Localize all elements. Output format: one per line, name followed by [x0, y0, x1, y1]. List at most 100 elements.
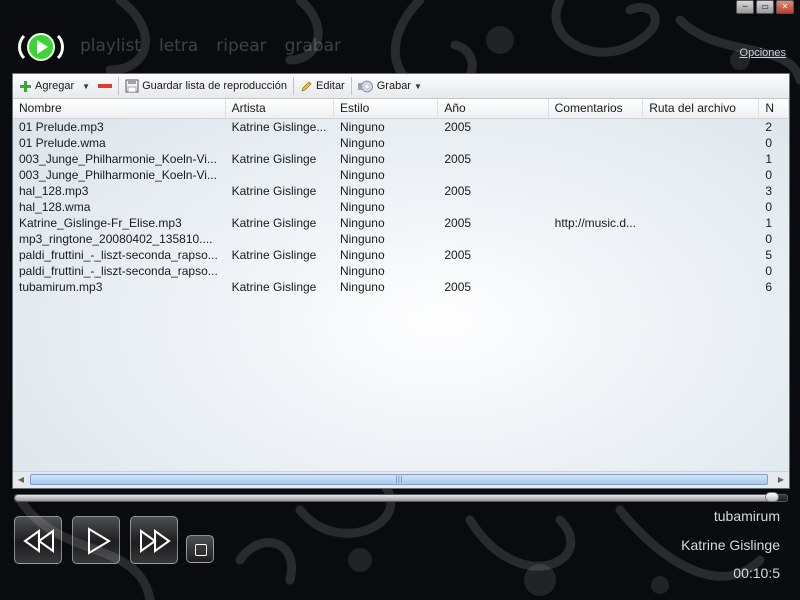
table-row[interactable]: mp3_ringtone_20080402_135810.... Ninguno…: [13, 231, 789, 247]
table-row[interactable]: paldi_fruttini_-_liszt-seconda_rapso... …: [13, 247, 789, 263]
next-icon: [140, 529, 171, 553]
previous-icon: [23, 529, 54, 553]
cell-nombre: hal_128.wma: [19, 200, 91, 214]
add-button[interactable]: Agregar: [15, 75, 78, 97]
cell-comentarios: [549, 231, 644, 247]
cell-artista: [226, 263, 334, 279]
minimize-button[interactable]: ─: [736, 0, 754, 14]
cell-nombre: mp3_ringtone_20080402_135810....: [19, 232, 213, 246]
cell-anio: [438, 263, 548, 279]
column-headers: Nombre Artista Estilo Año Comentarios Ru…: [13, 99, 789, 119]
cell-nombre: tubamirum.mp3: [19, 280, 103, 294]
table-row[interactable]: hal_128.mp3 Katrine Gislinge Ninguno 200…: [13, 183, 789, 199]
column-header-comentarios[interactable]: Comentarios: [549, 99, 644, 118]
column-header-estilo[interactable]: Estilo: [334, 99, 439, 118]
seek-bar-handle[interactable]: [764, 492, 779, 502]
table-row[interactable]: hal_128.wma Ninguno 0: [13, 199, 789, 215]
chevron-down-icon: ▼: [413, 81, 422, 91]
burn-button[interactable]: Grabar ▼: [354, 75, 426, 97]
playlist-toolbar: Agregar ▼ Guardar lista de reproducción …: [13, 74, 789, 99]
table-row[interactable]: 01 Prelude.mp3 Katrine Gislinge... Ningu…: [13, 119, 789, 135]
cell-ruta: [643, 199, 759, 215]
cell-n: 6: [765, 280, 773, 294]
column-header-ruta[interactable]: Ruta del archivo: [643, 99, 760, 118]
cell-estilo: Ninguno: [339, 264, 385, 278]
nav-ripear[interactable]: ripear: [216, 36, 266, 56]
cell-nombre: 01 Prelude.mp3: [19, 120, 104, 134]
toolbar-divider: [350, 77, 352, 95]
column-header-anio[interactable]: Año: [438, 99, 549, 118]
cell-estilo: Ninguno: [339, 248, 385, 262]
play-button[interactable]: [72, 516, 120, 564]
cell-n: 3: [765, 184, 773, 198]
remove-icon: [98, 84, 113, 88]
cell-ruta: [643, 231, 759, 247]
add-dropdown-button[interactable]: ▼: [78, 75, 94, 97]
table-row[interactable]: 003_Junge_Philharmonie_Koeln-Vi... Ningu…: [13, 167, 789, 183]
cell-anio: 2005: [444, 248, 472, 262]
stop-button[interactable]: [186, 535, 214, 563]
options-link[interactable]: Opciones: [740, 47, 786, 59]
edit-label: Editar: [315, 80, 345, 92]
close-button[interactable]: ✕: [776, 0, 794, 14]
cell-anio: 2005: [444, 280, 472, 294]
track-title: tubamirum: [713, 508, 780, 524]
cell-nombre: Katrine_Gislinge-Fr_Elise.mp3: [19, 216, 182, 230]
cell-estilo: Ninguno: [339, 152, 385, 166]
save-playlist-label: Guardar lista de reproducción: [142, 80, 287, 92]
remove-button[interactable]: [94, 75, 116, 97]
cell-n: 2: [765, 120, 773, 134]
maximize-button[interactable]: ▭: [756, 0, 774, 14]
burn-label: Grabar: [376, 80, 411, 92]
next-button[interactable]: [130, 516, 178, 564]
edit-button[interactable]: Editar: [296, 75, 349, 97]
horizontal-scrollbar[interactable]: ◀ ||| ▶: [13, 471, 789, 488]
table-row[interactable]: 003_Junge_Philharmonie_Koeln-Vi... Katri…: [13, 151, 789, 167]
nav-letra[interactable]: letra: [159, 36, 198, 56]
scroll-right-icon[interactable]: ▶: [773, 472, 789, 488]
cell-comentarios: [549, 279, 644, 295]
table-row[interactable]: Katrine_Gislinge-Fr_Elise.mp3 Katrine Gi…: [13, 215, 789, 231]
cell-artista: Katrine Gislinge: [231, 152, 317, 166]
chevron-down-icon: ▼: [82, 81, 91, 91]
nav-grabar[interactable]: grabar: [285, 36, 341, 56]
seek-bar[interactable]: [14, 492, 788, 502]
cell-artista: Katrine Gislinge: [231, 216, 317, 230]
window-controls: ─ ▭ ✕: [736, 0, 794, 14]
cell-nombre: 01 Prelude.wma: [19, 136, 106, 150]
column-header-artista[interactable]: Artista: [226, 99, 334, 118]
cell-n: 0: [765, 168, 773, 182]
scrollbar-thumb[interactable]: |||: [30, 474, 768, 485]
cell-anio: 2005: [444, 184, 472, 198]
cell-comentarios: [549, 183, 644, 199]
save-playlist-button[interactable]: Guardar lista de reproducción: [121, 75, 291, 97]
cell-anio: [438, 135, 548, 151]
cell-comentarios: [549, 199, 644, 215]
table-row[interactable]: 01 Prelude.wma Ninguno 0: [13, 135, 789, 151]
seek-bar-fill: [15, 495, 772, 501]
cell-artista: Katrine Gislinge: [231, 184, 317, 198]
cell-estilo: Ninguno: [339, 200, 385, 214]
cell-artista: Katrine Gislinge: [231, 248, 317, 262]
cell-anio: 2005: [444, 120, 472, 134]
cell-anio: [438, 231, 548, 247]
scroll-left-icon[interactable]: ◀: [13, 472, 29, 488]
cell-n: 0: [765, 264, 773, 278]
column-header-n[interactable]: N: [759, 99, 789, 118]
cell-ruta: [643, 167, 759, 183]
toolbar-divider: [118, 77, 120, 95]
main-nav: playlist letra ripear grabar: [80, 36, 341, 56]
cell-artista: [226, 167, 334, 183]
nav-playlist[interactable]: playlist: [80, 36, 141, 56]
table-row[interactable]: tubamirum.mp3 Katrine Gislinge Ninguno 2…: [13, 279, 789, 295]
table-row[interactable]: paldi_fruttini_-_liszt-seconda_rapso... …: [13, 263, 789, 279]
column-header-nombre[interactable]: Nombre: [13, 99, 226, 118]
cell-artista: Katrine Gislinge: [231, 280, 317, 294]
cell-comentarios: [549, 151, 644, 167]
cell-nombre: paldi_fruttini_-_liszt-seconda_rapso...: [19, 264, 218, 278]
cell-n: 1: [765, 152, 773, 166]
cell-ruta: [643, 215, 759, 231]
previous-button[interactable]: [14, 516, 62, 564]
track-artist: Katrine Gislinge: [681, 537, 780, 553]
cell-nombre: paldi_fruttini_-_liszt-seconda_rapso...: [19, 248, 218, 262]
